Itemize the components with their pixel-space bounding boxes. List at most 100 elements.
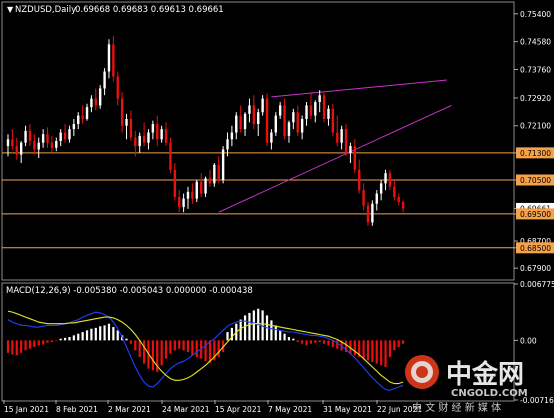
macd-hist-bar <box>85 330 89 341</box>
candle-body <box>375 193 378 204</box>
candle-body <box>182 198 185 208</box>
macd-hist-bar <box>186 340 190 353</box>
macd-hist-bar <box>327 340 330 346</box>
macd-hist-bar <box>103 325 106 341</box>
macd-hist-bar <box>375 340 378 364</box>
candle-body <box>178 196 181 208</box>
candle-body <box>90 98 93 108</box>
macd-hist-bar <box>371 340 374 362</box>
candle-body <box>239 115 242 130</box>
macd-hist-bar <box>68 337 71 341</box>
candle-body <box>191 191 194 199</box>
candle-body <box>213 164 216 184</box>
candle-body <box>235 115 238 133</box>
y-tick-label: 0.72100 <box>520 122 551 131</box>
candle-body <box>401 202 405 209</box>
candle-body <box>142 135 146 143</box>
macd-hist-bar <box>283 333 286 341</box>
y-tick-label: 0.72920 <box>520 94 551 103</box>
candle-body <box>129 118 133 138</box>
macd-hist-bar <box>204 340 207 362</box>
candle-body <box>274 115 277 133</box>
macd-hist-bar <box>46 340 49 343</box>
macd-hist-bar <box>393 340 396 351</box>
candle-body <box>151 124 155 133</box>
candle-body <box>322 95 326 119</box>
symbol-arrow-icon: ▼ <box>7 5 14 14</box>
candle-body <box>156 124 159 140</box>
candle-body <box>257 112 260 125</box>
candle-body <box>107 44 111 72</box>
macd-hist-bar <box>336 340 339 349</box>
candle-body <box>186 191 190 199</box>
macd-hist-bar <box>182 340 185 351</box>
candle-body <box>344 129 348 153</box>
macd-hist-bar <box>116 330 119 341</box>
candle-body <box>94 98 97 106</box>
candle-body <box>147 132 150 143</box>
candle-body <box>221 149 225 180</box>
candle-body <box>120 98 124 126</box>
candle-body <box>283 105 286 136</box>
macd-hist-bar <box>28 340 32 349</box>
candle-body <box>318 95 321 103</box>
x-tick-label: 31 May 2021 <box>323 405 372 414</box>
macd-hist-bar <box>72 335 75 341</box>
candle-body <box>103 71 106 89</box>
candle-body <box>305 105 308 119</box>
candle-body <box>50 142 54 148</box>
macd-hist-bar <box>287 337 291 341</box>
candle-body <box>358 169 361 191</box>
macd-hist-bar <box>15 340 18 356</box>
candle-body <box>252 105 256 125</box>
macd-hist-bar <box>90 328 93 341</box>
candle-body <box>195 181 198 199</box>
y-tick-label: 0.70500 <box>520 176 551 185</box>
candle-body <box>63 132 67 140</box>
candle-body <box>138 135 141 147</box>
macd-hist-bar <box>160 340 163 366</box>
x-tick-label: 2 Mar 2021 <box>108 405 151 414</box>
macd-hist-bar <box>318 340 321 343</box>
candle-body <box>261 98 264 113</box>
macd-hist-bar <box>6 340 10 353</box>
x-tick-label: 8 Feb 2021 <box>56 405 98 414</box>
y-tick-label: 0.68500 <box>520 244 551 253</box>
candle-body <box>336 132 339 143</box>
macd-hist-bar <box>164 340 168 359</box>
candle-body <box>278 105 282 116</box>
y-tick-label: 0.74580 <box>520 38 551 47</box>
candle-body <box>366 205 370 223</box>
candle-body <box>349 146 352 153</box>
candle-body <box>116 76 119 99</box>
candle-body <box>19 142 23 155</box>
macd-hist-bar <box>366 340 370 361</box>
macd-hist-bar <box>99 326 102 341</box>
macd-hist-bar <box>50 340 53 343</box>
macd-hist-bar <box>138 340 141 358</box>
macd-hist-bar <box>226 332 229 341</box>
candle-body <box>125 118 128 126</box>
watermark-domain: CNGOLD.COM <box>451 388 528 399</box>
macd-hist-bar <box>322 340 326 344</box>
candle-body <box>41 134 45 143</box>
candle-body <box>287 122 291 136</box>
macd-tick-label: 0.00 <box>520 336 537 345</box>
candle-body <box>46 134 49 143</box>
candle-body <box>98 88 102 106</box>
macd-hist-bar <box>309 340 313 344</box>
candle-body <box>33 141 36 150</box>
candle-body <box>226 139 229 150</box>
forex-chart: 0.75400 0.74580 0.73760 0.72920 0.72100 0.713… <box>0 0 554 418</box>
macd-hist-bar <box>274 325 277 341</box>
candle-body <box>397 196 400 203</box>
x-tick-label: 7 May 2021 <box>268 405 312 414</box>
macd-hist-bar <box>252 310 255 341</box>
candle-body <box>28 130 32 141</box>
candle-body <box>68 129 71 140</box>
macd-hist-bar <box>248 312 251 341</box>
watermark-tagline: 中 文 财 经 新 媒 体 <box>412 401 501 414</box>
candle-body <box>85 107 89 119</box>
macd-hist-bar <box>384 340 387 367</box>
candle-body <box>112 44 115 77</box>
